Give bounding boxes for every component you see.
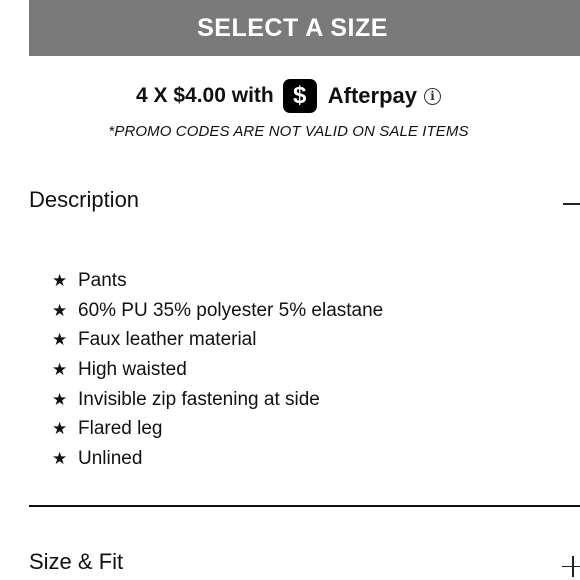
list-item-text: 60% PU 35% polyester 5% elastane (78, 299, 384, 321)
list-item: ★ Flared leg (52, 414, 383, 444)
star-icon: ★ (52, 448, 68, 468)
list-item-text: Invisible zip fastening at side (78, 388, 320, 410)
size-fit-title: Size & Fit (29, 549, 124, 574)
description-title: Description (29, 187, 140, 212)
section-divider (29, 505, 580, 507)
list-item: ★ Invisible zip fastening at side (52, 385, 383, 415)
product-details-panel: SELECT A SIZE 4 X $4.00 with $ Afterpay … (0, 0, 580, 580)
list-item: ★ Unlined (52, 444, 383, 474)
list-item-text: Pants (78, 269, 127, 291)
list-item-text: Faux leather material (78, 329, 257, 351)
list-item: ★ 60% PU 35% polyester 5% elastane (52, 296, 383, 326)
star-icon: ★ (52, 300, 68, 320)
plus-icon[interactable] (562, 555, 580, 577)
select-size-button[interactable]: SELECT A SIZE (29, 0, 580, 56)
promo-note: *PROMO CODES ARE NOT VALID ON SALE ITEMS (108, 123, 469, 140)
description-list: ★ Pants ★ 60% PU 35% polyester 5% elasta… (52, 266, 383, 474)
list-item: ★ High waisted (52, 355, 383, 385)
list-item-text: High waisted (78, 358, 187, 380)
description-accordion-header[interactable]: Description (29, 180, 580, 220)
afterpay-installments: 4 X $4.00 with $ Afterpay i (29, 78, 580, 114)
list-item-text: Flared leg (78, 418, 163, 440)
star-icon: ★ (52, 359, 68, 379)
star-icon: ★ (52, 330, 68, 350)
size-fit-accordion-header[interactable]: Size & Fit (29, 542, 580, 580)
afterpay-installment-text: 4 X $4.00 with (136, 84, 274, 107)
cash-app-icon: $ (282, 79, 317, 113)
afterpay-brand-label: Afterpay (327, 83, 417, 108)
star-icon: ★ (52, 419, 68, 439)
minus-icon[interactable] (563, 203, 580, 205)
star-icon: ★ (52, 270, 68, 290)
list-item-text: Unlined (78, 447, 143, 469)
list-item: ★ Faux leather material (52, 325, 383, 355)
info-icon[interactable]: i (423, 87, 441, 105)
list-item: ★ Pants (52, 266, 383, 296)
star-icon: ★ (52, 389, 68, 409)
